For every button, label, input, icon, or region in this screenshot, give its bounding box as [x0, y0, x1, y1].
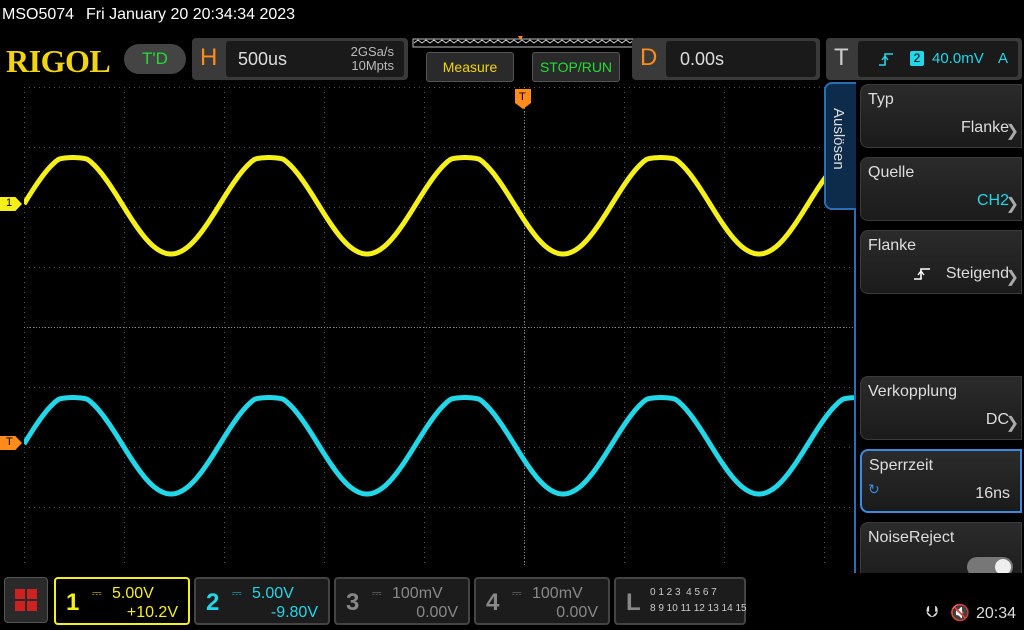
title-bar: MSO5074 Fri January 20 20:34:34 2023: [0, 0, 1024, 30]
menu-item-value: CH2: [976, 192, 1009, 209]
side-menu-tab-label: Auslösen: [830, 108, 847, 170]
logic-analyzer-box[interactable]: L 0 1 2 3 4 5 6 7 8 9 10 11 12 13 14 15: [614, 577, 747, 625]
channel-1-box[interactable]: 1 ⎓ 5.00V +10.2V: [54, 577, 190, 625]
channel-number: 2: [206, 589, 220, 616]
horizontal-letter: H: [200, 44, 218, 71]
chevron-right-icon: ❯: [1005, 269, 1019, 286]
trigger-letter: T: [834, 44, 849, 71]
menu-item-value: Flanke: [960, 119, 1009, 136]
memory-depth: 10Mpts: [351, 58, 394, 73]
menu-item-label: Verkopplung: [868, 383, 957, 400]
trigger-level: 40.0mV: [932, 50, 984, 67]
ch2-waveform: [24, 395, 854, 497]
trigger-position-label: T: [519, 91, 526, 103]
rigol-logo: RIGOL: [6, 43, 111, 79]
channel-4-box[interactable]: 4 ⎓ 100mV 0.00V: [474, 577, 610, 625]
run-status-badge[interactable]: T'D: [124, 44, 186, 74]
delay-value: 0.00s: [680, 49, 725, 69]
rising-edge-icon: [914, 268, 930, 280]
channel-scale: 100mV: [392, 585, 443, 602]
chevron-right-icon: ❯: [1005, 123, 1019, 140]
trigger-panel[interactable]: T 2 40.0mV A: [826, 38, 1022, 80]
dc-coupling-icon: ⎓: [92, 586, 102, 600]
speaker-muted-icon[interactable]: 🔇: [950, 603, 970, 623]
stop-run-button[interactable]: STOP/RUN: [532, 52, 620, 82]
channel-offset: 0.00V: [556, 604, 598, 621]
menu-item-label: Sperrzeit: [869, 457, 934, 474]
ch1-marker-label: 1: [6, 197, 13, 209]
rising-edge-icon: [879, 53, 893, 66]
chevron-right-icon: ❯: [1005, 415, 1019, 432]
logic-bits-row1: 0 1 2 3 4 5 6 7: [650, 587, 717, 598]
trigger-source-badge: 2: [910, 51, 924, 66]
channel-number: 3: [346, 589, 360, 616]
grid-menu-icon: [15, 589, 37, 611]
menu-item-typ[interactable]: Typ Flanke ❯: [860, 84, 1022, 148]
trigger-level-marker[interactable]: T: [0, 436, 22, 450]
channel-scale: 5.00V: [252, 585, 294, 602]
dc-coupling-icon: ⎓: [232, 586, 242, 600]
channel-3-box[interactable]: 3 ⎓ 100mV 0.00V: [334, 577, 470, 625]
sample-rate: 2GSa/s: [350, 44, 394, 59]
home-menu-button[interactable]: [4, 577, 48, 623]
channel-offset: 0.00V: [416, 604, 458, 621]
memory-position-bar: [412, 36, 634, 48]
channel-offset: -9.80V: [270, 604, 318, 621]
top-bar: RIGOL T'D H 500us 2GSa/s 10Mpts Measure …: [0, 30, 1024, 88]
side-menu-tab[interactable]: Auslösen: [824, 82, 856, 210]
ch1-waveform: [24, 155, 854, 257]
timebase-value: 500us: [238, 49, 288, 69]
trigger-marker-label: T: [6, 436, 13, 448]
horizontal-inner: 500us 2GSa/s 10Mpts: [226, 41, 404, 77]
dc-coupling-icon: ⎓: [512, 586, 522, 600]
model-name: MSO5074: [2, 6, 75, 23]
menu-item-label: Flanke: [868, 237, 917, 254]
menu-item-verkopplung[interactable]: Verkopplung DC ❯: [860, 376, 1022, 440]
graticule: [24, 87, 854, 567]
channel-number: 4: [486, 589, 500, 616]
delay-letter: D: [640, 44, 658, 71]
channel-2-box[interactable]: 2 ⎓ 5.00V -9.80V: [194, 577, 330, 625]
rotary-knob-icon: ↻: [868, 481, 880, 497]
delay-panel[interactable]: D 0.00s: [632, 38, 820, 80]
waveform-display[interactable]: [24, 87, 854, 567]
date-time: Fri January 20 20:34:34 2023: [86, 6, 296, 23]
menu-item-value: Steigend: [945, 265, 1009, 282]
channel-offset: +10.2V: [126, 604, 178, 621]
menu-item-sperrzeit[interactable]: Sperrzeit ↻ 16ns: [860, 449, 1022, 513]
trigger-inner: 2 40.0mV A: [858, 41, 1018, 77]
menu-item-quelle[interactable]: Quelle CH2 ❯: [860, 157, 1022, 221]
menu-item-value: 16ns: [975, 485, 1010, 502]
bottom-bar: 1 ⎓ 5.00V +10.2V 2 ⎓ 5.00V -9.80V 3 ⎓ 10…: [0, 573, 1024, 630]
dc-coupling-icon: ⎓: [372, 586, 382, 600]
chevron-right-icon: ❯: [1005, 196, 1019, 213]
horizontal-panel[interactable]: H 500us 2GSa/s 10Mpts: [192, 38, 408, 80]
ch1-offset-marker[interactable]: 1: [0, 197, 22, 211]
menu-item-label: Quelle: [868, 164, 915, 181]
channel-scale: 100mV: [532, 585, 583, 602]
usb-icon: ⮋: [926, 604, 939, 621]
channel-number: 1: [66, 589, 80, 616]
delay-inner: 0.00s: [666, 41, 816, 77]
measure-button[interactable]: Measure: [426, 52, 514, 82]
menu-item-label: NoiseReject: [868, 529, 955, 546]
menu-item-label: Typ: [868, 91, 894, 108]
logic-letter: L: [626, 589, 641, 616]
channel-scale: 5.00V: [112, 585, 154, 602]
logic-bits-row2: 8 9 10 11 12 13 14 15: [650, 603, 747, 614]
trigger-mode: A: [998, 50, 1009, 67]
clock-time: 20:34: [976, 605, 1017, 622]
menu-item-flanke[interactable]: Flanke Steigend ❯: [860, 230, 1022, 294]
